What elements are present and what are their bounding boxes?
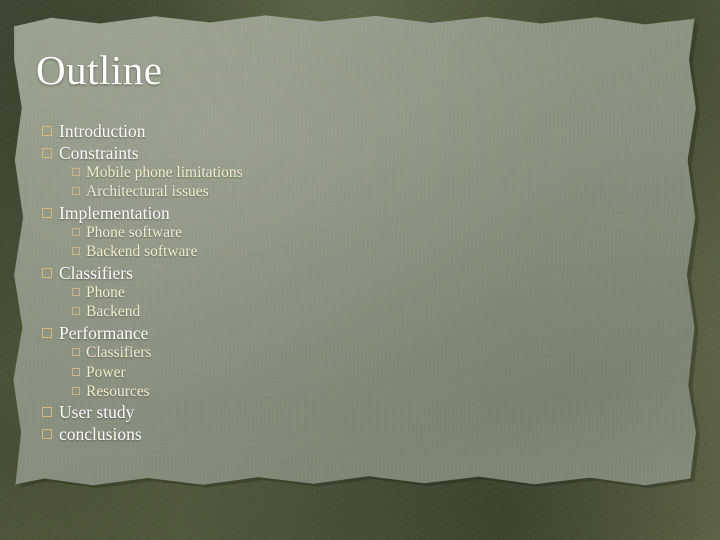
outline-item-level2: Phone software (0, 224, 720, 243)
outline-list: Introduction Constraints Mobile phone limi… (0, 121, 720, 445)
hollow-square-bullet-icon (72, 348, 80, 357)
outline-item-label: Phone software (86, 224, 182, 242)
hollow-square-bullet-icon (72, 168, 80, 176)
outline-item-level1: User study (0, 402, 720, 424)
hollow-square-bullet-icon (42, 428, 52, 439)
outline-item-level2: Mobile phone limitations (0, 164, 720, 183)
outline-item-label: Introduction (59, 121, 146, 141)
outline-item-level1: Implementation (0, 203, 720, 225)
slide-content: Outline Introduction Constraints Mobile ph… (0, 0, 720, 540)
hollow-square-bullet-icon (72, 386, 80, 395)
hollow-square-bullet-icon (72, 247, 80, 256)
hollow-square-bullet-icon (72, 228, 80, 237)
hollow-square-bullet-icon (72, 307, 80, 316)
outline-item-level2: Backend software (0, 243, 720, 262)
outline-item-label: Architectural issues (86, 183, 209, 201)
hollow-square-bullet-icon (42, 327, 52, 338)
outline-item-level1: Performance (0, 323, 720, 345)
outline-item-level2: Resources (0, 383, 720, 402)
outline-item-level2: Architectural issues (0, 183, 720, 202)
outline-item-label: Phone (86, 284, 125, 302)
outline-item-label: Backend (86, 303, 141, 321)
outline-item-label: conclusions (59, 423, 142, 444)
outline-item-label: Constraints (59, 142, 139, 163)
hollow-square-bullet-icon (72, 288, 80, 297)
outline-item-label: Resources (86, 382, 150, 400)
outline-item-label: Power (86, 363, 126, 381)
outline-item-label: Classifiers (86, 344, 152, 362)
outline-item-level1: Constraints (0, 143, 720, 165)
presentation-slide: Outline Introduction Constraints Mobile ph… (0, 0, 720, 540)
outline-item-level1: conclusions (0, 424, 720, 446)
hollow-square-bullet-icon (42, 126, 52, 136)
hollow-square-bullet-icon (72, 367, 80, 376)
hollow-square-bullet-icon (42, 407, 52, 418)
hollow-square-bullet-icon (42, 267, 52, 278)
outline-item-level2: Classifiers (0, 344, 720, 363)
outline-item-label: Classifiers (59, 262, 133, 283)
hollow-square-bullet-icon (42, 147, 52, 158)
outline-item-label: Mobile phone limitations (86, 164, 243, 181)
slide-title: Outline (36, 47, 163, 93)
hollow-square-bullet-icon (72, 187, 80, 196)
outline-item-level1: Introduction (0, 121, 720, 143)
outline-item-level2: Backend (0, 303, 720, 322)
outline-item-level2: Phone (0, 284, 720, 303)
outline-item-label: User study (59, 402, 135, 423)
outline-item-level1: Classifiers (0, 263, 720, 285)
outline-item-level2: Power (0, 364, 720, 383)
outline-item-label: Backend software (86, 243, 198, 261)
outline-item-label: Implementation (59, 202, 170, 223)
outline-item-label: Performance (59, 322, 149, 343)
hollow-square-bullet-icon (42, 207, 52, 218)
